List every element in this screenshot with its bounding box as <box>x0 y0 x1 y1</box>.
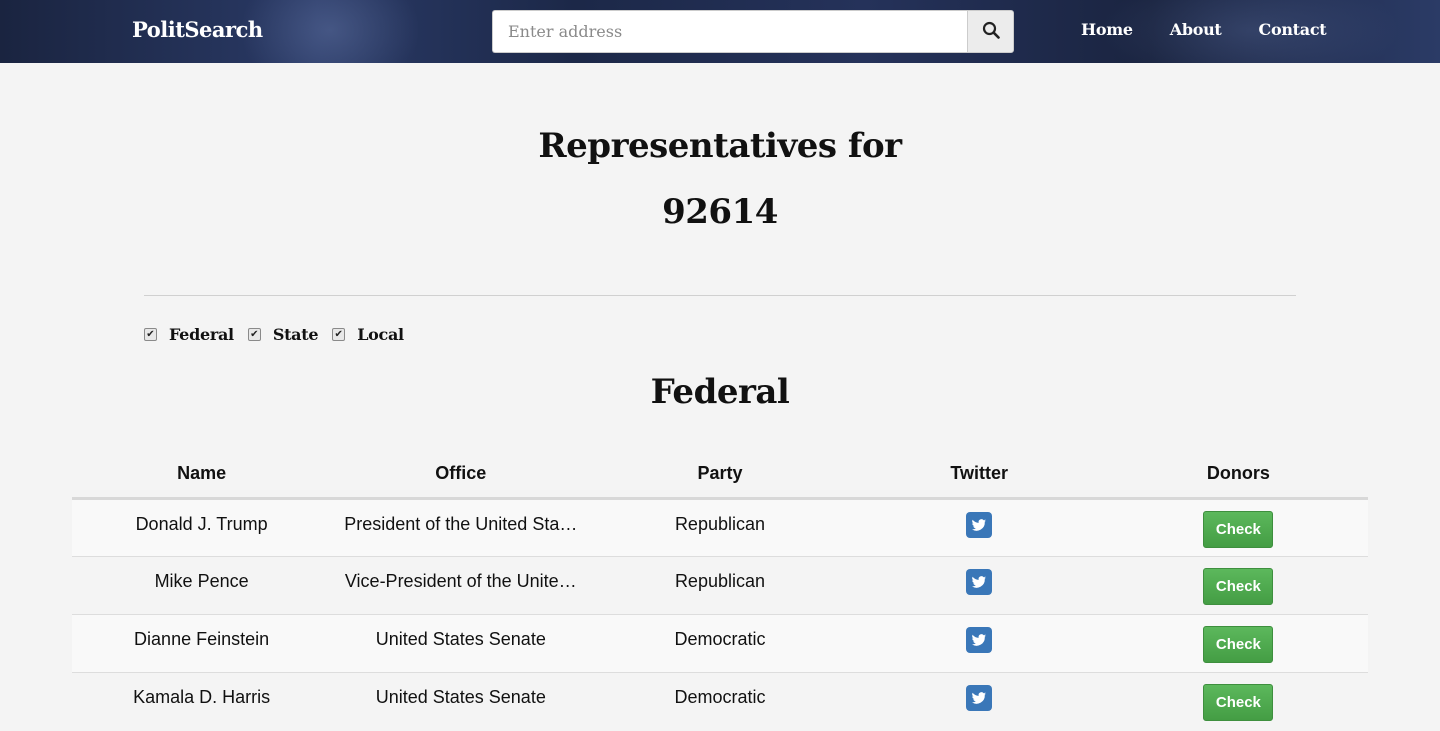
nav-home-link[interactable]: Home <box>1081 20 1133 39</box>
state-checkbox[interactable]: ✔ <box>247 328 261 341</box>
nav-links: Home About Contact <box>1081 20 1363 39</box>
address-search-input[interactable] <box>492 10 967 53</box>
rep-office: President of the United Sta… <box>344 513 578 534</box>
navbar-background-highlight <box>240 0 420 63</box>
search-button[interactable] <box>967 10 1014 53</box>
filter-label: State <box>272 325 319 344</box>
filter-local[interactable]: ✔ Local <box>332 325 404 344</box>
rep-office: United States Senate <box>375 686 546 707</box>
column-header-twitter: Twitter <box>849 450 1109 500</box>
nav-contact-link[interactable]: Contact <box>1259 20 1327 39</box>
representatives-table: Name Office Party Twitter Donors Donald … <box>72 450 1368 730</box>
rep-office: Vice-President of the Unite… <box>344 570 577 591</box>
table-row: Mike Pence Vice-President of the Unite… … <box>72 555 1368 614</box>
address-search-bar <box>492 10 1014 53</box>
local-checkbox[interactable]: ✔ <box>332 328 346 341</box>
rep-name: Donald J. Trump <box>72 497 332 556</box>
rep-twitter-cell <box>849 613 1109 672</box>
table-header-row: Name Office Party Twitter Donors <box>72 450 1368 500</box>
rep-office-cell: Vice-President of the Unite… <box>331 555 591 614</box>
page-title-zipcode: 92614 <box>662 192 778 232</box>
filter-federal[interactable]: ✔ Federal <box>144 325 234 344</box>
rep-donors-cell: Check <box>1108 497 1368 556</box>
rep-donors-cell: Check <box>1108 613 1368 672</box>
top-navbar: PolitSearch Home About Contact <box>0 0 1440 63</box>
divider <box>144 295 1296 296</box>
twitter-icon[interactable] <box>966 568 993 595</box>
nav-about-link[interactable]: About <box>1170 20 1222 39</box>
rep-office-cell: President of the United Sta… <box>331 497 591 556</box>
rep-twitter-cell <box>849 671 1109 730</box>
check-donors-button[interactable]: Check <box>1203 625 1274 663</box>
column-header-party: Party <box>590 450 850 500</box>
twitter-icon[interactable] <box>966 626 993 653</box>
rep-party: Democratic <box>590 613 850 672</box>
section-title-federal: Federal <box>650 372 790 412</box>
rep-office-cell: United States Senate <box>331 613 591 672</box>
table-row: Donald J. Trump President of the United … <box>72 497 1368 556</box>
rep-name: Mike Pence <box>72 555 332 614</box>
check-donors-button[interactable]: Check <box>1203 567 1274 605</box>
level-filters: ✔ Federal ✔ State ✔ Local <box>144 325 418 344</box>
rep-donors-cell: Check <box>1108 671 1368 730</box>
rep-twitter-cell <box>849 555 1109 614</box>
rep-office: United States Senate <box>375 628 546 649</box>
rep-name: Dianne Feinstein <box>72 613 332 672</box>
page-title: Representatives for <box>538 126 902 166</box>
rep-party: Democratic <box>590 671 850 730</box>
filter-label: Local <box>357 325 404 344</box>
rep-name: Kamala D. Harris <box>72 671 332 730</box>
rep-party: Republican <box>590 497 850 556</box>
rep-donors-cell: Check <box>1108 555 1368 614</box>
rep-twitter-cell <box>849 497 1109 556</box>
filter-label: Federal <box>169 325 234 344</box>
brand-logo[interactable]: PolitSearch <box>132 17 263 42</box>
filter-state[interactable]: ✔ State <box>247 325 319 344</box>
column-header-name: Name <box>72 450 332 500</box>
column-header-office: Office <box>331 450 591 500</box>
rep-party: Republican <box>590 555 850 614</box>
column-header-donors: Donors <box>1108 450 1368 500</box>
rep-office-cell: United States Senate <box>331 671 591 730</box>
table-row: Kamala D. Harris United States Senate De… <box>72 671 1368 730</box>
search-icon <box>982 21 1000 43</box>
twitter-icon[interactable] <box>966 511 993 538</box>
check-donors-button[interactable]: Check <box>1203 683 1274 721</box>
table-row: Dianne Feinstein United States Senate De… <box>72 613 1368 672</box>
check-donors-button[interactable]: Check <box>1203 510 1274 548</box>
federal-checkbox[interactable]: ✔ <box>144 328 157 341</box>
twitter-icon[interactable] <box>966 684 993 711</box>
